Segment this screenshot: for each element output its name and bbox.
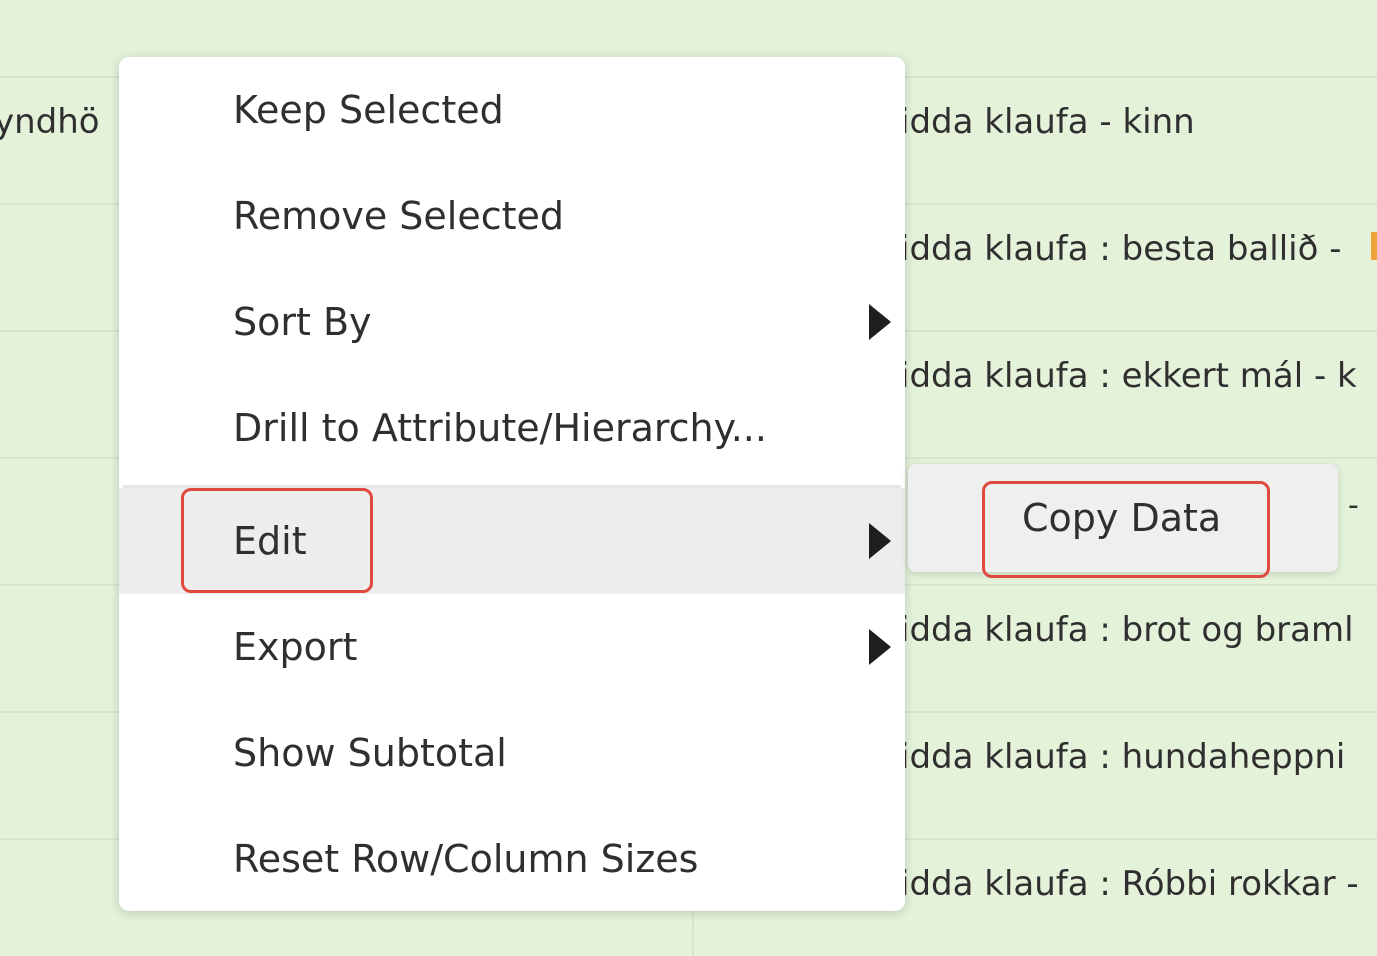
table-cell[interactable]: idda klaufa : hundaheppni xyxy=(900,737,1345,777)
copy-data-highlight-box xyxy=(982,481,1270,578)
table-cell[interactable]: idda klaufa : brot og braml xyxy=(900,610,1354,650)
menu-item-drill-to-attribute[interactable]: Drill to Attribute/Hierarchy... xyxy=(119,375,905,481)
table-cell[interactable]: idda klaufa - kinn xyxy=(900,102,1195,142)
context-menu: Keep Selected Remove Selected Sort By Dr… xyxy=(119,57,905,911)
edit-highlight-box xyxy=(181,488,373,593)
menu-item-remove-selected[interactable]: Remove Selected xyxy=(119,163,905,269)
menu-item-reset-sizes[interactable]: Reset Row/Column Sizes xyxy=(119,806,905,912)
menu-item-label: Drill to Attribute/Hierarchy... xyxy=(233,406,767,450)
menu-item-keep-selected[interactable]: Keep Selected xyxy=(119,57,905,163)
menu-item-label: Remove Selected xyxy=(233,194,565,238)
table-cell[interactable]: idda klaufa : besta ballið - xyxy=(900,229,1341,269)
menu-item-label: Show Subtotal xyxy=(233,731,507,775)
table-cell[interactable]: idda klaufa : ekkert mál - k xyxy=(900,356,1357,396)
submenu-arrow-icon xyxy=(869,304,891,340)
menu-item-label: Sort By xyxy=(233,300,372,344)
menu-item-label: Export xyxy=(233,625,358,669)
menu-item-label: Reset Row/Column Sizes xyxy=(233,837,699,881)
menu-item-show-subtotal[interactable]: Show Subtotal xyxy=(119,700,905,806)
menu-item-label: Keep Selected xyxy=(233,88,504,132)
submenu-arrow-icon xyxy=(869,629,891,665)
submenu-arrow-icon xyxy=(869,523,891,559)
menu-item-export[interactable]: Export xyxy=(119,594,905,700)
table-cell[interactable]: - xyxy=(1348,488,1359,523)
table-cell[interactable]: yndhö xyxy=(0,102,100,142)
pivot-table-view: yndhö idda klaufa - kinn idda klaufa : b… xyxy=(0,0,1377,956)
menu-item-sort-by[interactable]: Sort By xyxy=(119,269,905,375)
table-cell[interactable]: idda klaufa : Róbbi rokkar - xyxy=(900,864,1359,904)
cell-color-marker xyxy=(1371,232,1377,260)
